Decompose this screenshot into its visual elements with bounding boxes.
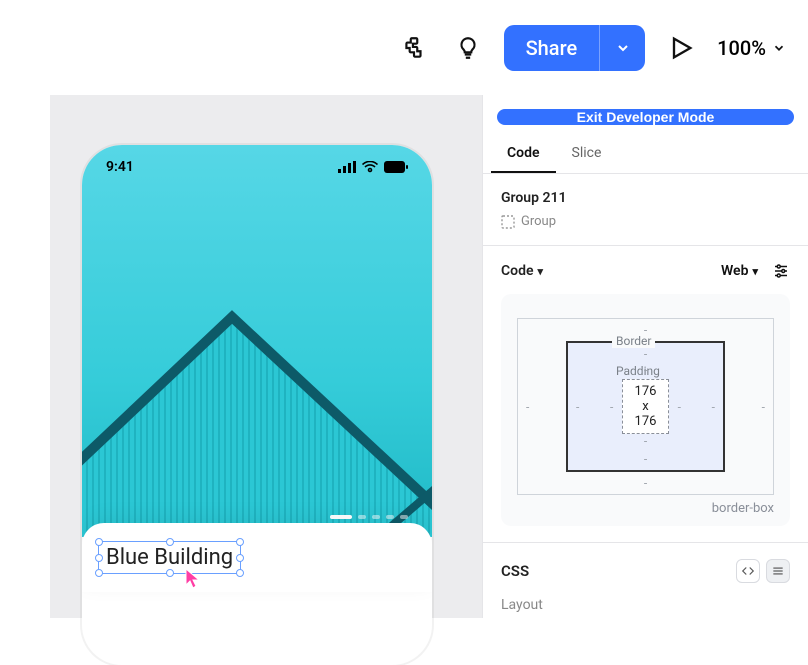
building-illustration [82,257,432,537]
phone-frame[interactable]: 9:41 [82,145,432,665]
dot[interactable] [386,515,394,519]
hero-image [82,145,432,537]
plugin-icon[interactable] [396,30,432,66]
selection-box [98,541,241,574]
border-label: Border [612,334,655,348]
group-icon [501,215,515,229]
wifi-icon [362,161,378,173]
layout-subheading: Layout [501,597,790,613]
topbar: Share 100% [0,0,808,95]
canvas[interactable]: 9:41 [50,95,482,618]
share-chevron[interactable] [599,25,645,71]
zoom-dropdown[interactable]: 100% [717,36,786,60]
layer-info: Group 211 Group [483,174,808,246]
padding-label: Padding [616,364,660,378]
tab-code[interactable]: Code [491,135,556,173]
status-icons [338,161,408,173]
selection-handle[interactable] [236,538,244,546]
code-section: Code▾ Web▾ ---- Border ---- Padd [483,246,808,543]
panel-tabs: Code Slice [483,135,808,174]
selection-handle[interactable] [166,538,174,546]
zoom-label: 100% [717,36,766,60]
play-icon[interactable] [663,30,699,66]
cursor-icon [184,567,202,589]
platform-dropdown[interactable]: Web▾ [721,263,758,279]
selection-handle[interactable] [236,554,244,562]
dot-active[interactable] [330,515,352,519]
css-view-code[interactable] [736,559,760,583]
css-view-list[interactable] [766,559,790,583]
settings-icon[interactable] [772,262,790,280]
box-model-padding: Padding ---- 176 x 176 [602,361,689,452]
status-bar: 9:41 [82,145,432,189]
selection-handle[interactable] [95,554,103,562]
box-model-margin: ---- Border ---- Padding ---- 176 x 176 [517,318,774,495]
card-title[interactable]: Blue Building [102,543,237,572]
box-model-border: Border ---- Padding ---- 176 x 176 [566,341,725,472]
box-model: ---- Border ---- Padding ---- 176 x 176 … [501,294,790,526]
selection-handle[interactable] [95,569,103,577]
inspector-panel: Exit Developer Mode Code Slice Group 211… [482,95,808,618]
workspace: 9:41 [0,95,808,618]
css-title: CSS [501,562,529,580]
signal-icon [338,161,356,173]
selection-handle[interactable] [236,569,244,577]
dot[interactable] [400,515,408,519]
dot[interactable] [372,515,380,519]
share-button[interactable]: Share [504,25,646,71]
status-time: 9:41 [106,159,134,175]
dot[interactable] [358,515,366,519]
box-model-content: 176 x 176 [622,379,669,434]
battery-icon [384,161,408,173]
selection-handle[interactable] [166,569,174,577]
exit-dev-mode-button[interactable]: Exit Developer Mode [497,109,794,125]
code-dropdown[interactable]: Code▾ [501,263,543,279]
carousel-dots[interactable] [330,515,408,519]
chevron-down-icon [772,41,786,55]
tab-slice[interactable]: Slice [556,135,618,173]
share-button-label: Share [504,25,600,71]
selection-handle[interactable] [95,538,103,546]
box-sizing-label: border-box [517,501,774,516]
card: Blue Building [82,523,432,592]
lightbulb-icon[interactable] [450,30,486,66]
css-section: CSS Layout [483,543,808,619]
layer-type: Group [501,214,790,229]
layer-name: Group 211 [501,190,790,206]
